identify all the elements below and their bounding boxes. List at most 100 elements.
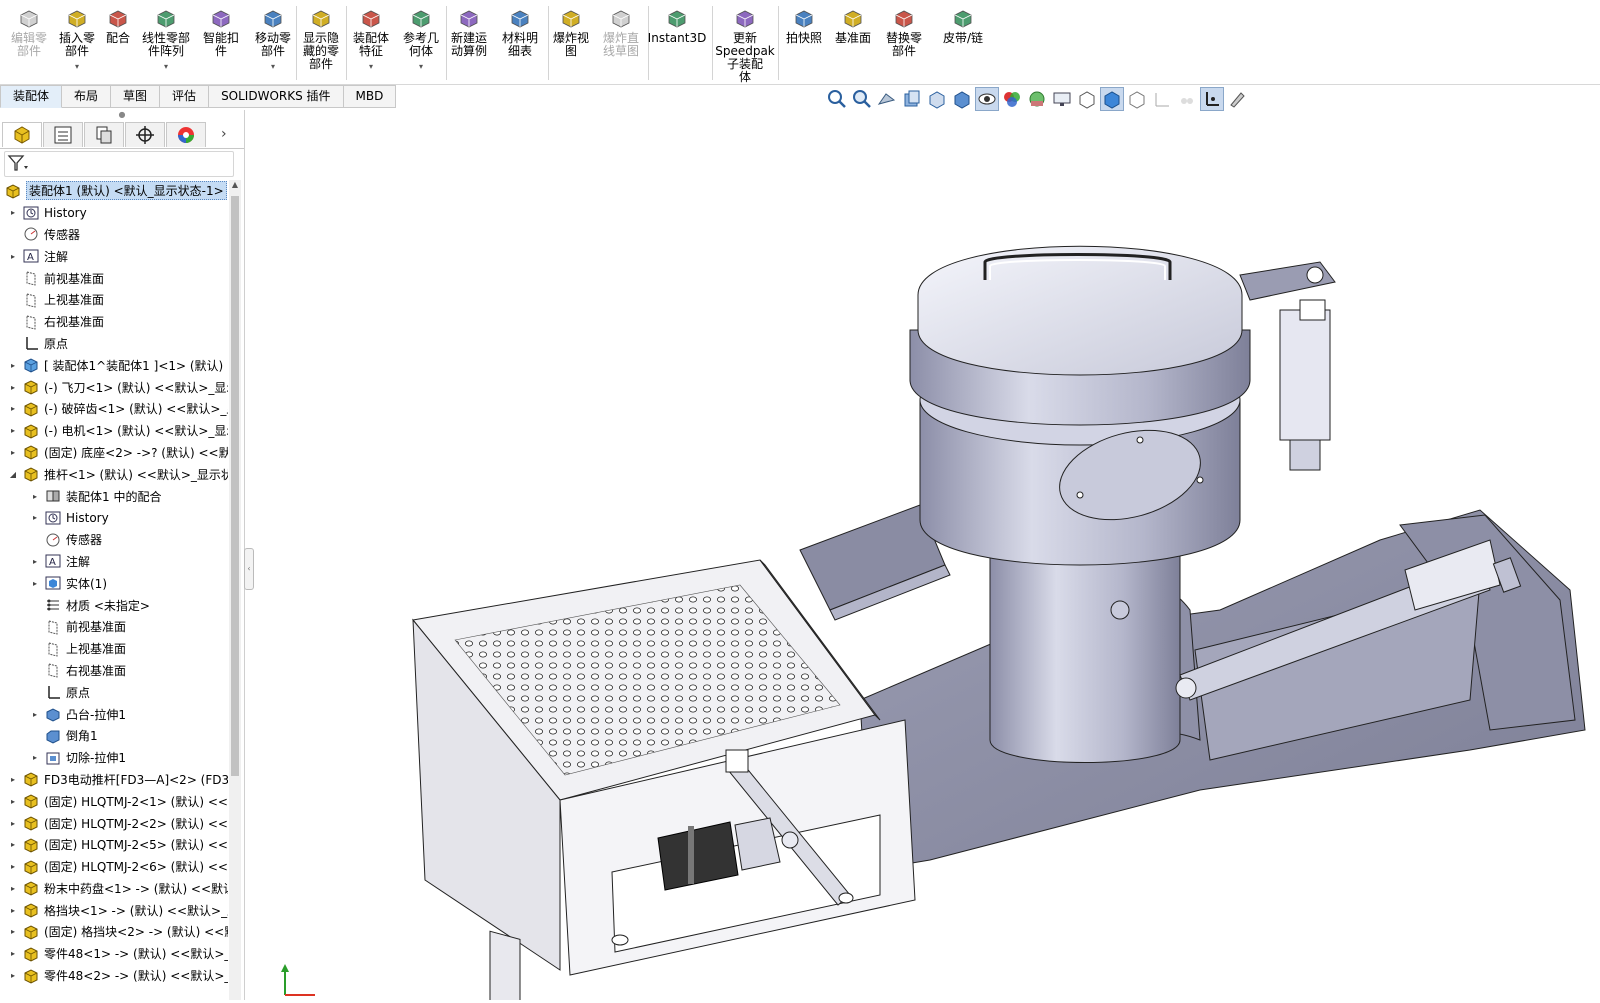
scrollbar-thumb[interactable] — [231, 196, 239, 776]
tree-item[interactable]: ▸ 切除-拉伸1 — [0, 747, 228, 769]
expand-arrow-icon[interactable]: ▸ — [8, 361, 18, 370]
tree-item[interactable]: 传感器 — [0, 224, 228, 246]
tree-filter-field[interactable] — [4, 151, 234, 177]
ref-plane-button[interactable]: 基准面 — [830, 4, 876, 45]
tree-item[interactable]: ▸ (固定) HLQTMJ-2<2> (默认) << — [0, 812, 228, 834]
tree-item[interactable]: ▸ (-) 飞刀<1> (默认) <<默认>_显示 — [0, 376, 228, 398]
linear-pattern-button[interactable]: 线性零部 件阵列 ▾ — [138, 4, 194, 73]
tree-item[interactable]: ▸ 零件48<2> -> (默认) <<默认>_显 — [0, 965, 228, 987]
display-style-icon[interactable] — [951, 88, 973, 110]
bom-button[interactable]: 材料明 细表 — [496, 4, 544, 58]
expand-arrow-icon[interactable]: ▸ — [8, 862, 18, 871]
feature-manager-tab-icon[interactable] — [2, 121, 42, 147]
wireframe-cube-icon[interactable] — [1076, 88, 1098, 110]
tree-item[interactable]: ▸ (固定) HLQTMJ-2<5> (默认) << — [0, 834, 228, 856]
tree-item[interactable]: 传感器 — [0, 529, 228, 551]
tab-5[interactable]: MBD — [343, 85, 397, 108]
tree-item[interactable]: 右视基准面 — [0, 660, 228, 682]
tree-item[interactable]: 上视基准面 — [0, 638, 228, 660]
dimxpert-manager-tab-icon[interactable] — [125, 121, 165, 147]
dropdown-arrow-icon[interactable]: ▾ — [271, 60, 275, 73]
expand-arrow-icon[interactable]: ▸ — [30, 579, 40, 588]
speedpak-button[interactable]: 更新 Speedpak 子装配 体 — [712, 4, 778, 84]
instant3d-button[interactable]: Instant3D — [646, 4, 708, 45]
explode-line-button[interactable]: 爆炸直 线草图 — [596, 4, 646, 58]
show-hidden-button[interactable]: 显示隐 藏的零 部件 — [296, 4, 346, 71]
ref-geometry-button[interactable]: 参考几 何体 ▾ — [396, 4, 446, 73]
expand-arrow-icon[interactable]: ▸ — [8, 775, 18, 784]
expand-arrow-icon[interactable]: ▸ — [8, 949, 18, 958]
dropdown-arrow-icon[interactable]: ▾ — [164, 60, 168, 73]
tree-item[interactable]: 原点 — [0, 333, 228, 355]
tree-item[interactable]: 材质 <未指定> — [0, 594, 228, 616]
expand-arrow-icon[interactable]: ▸ — [8, 448, 18, 457]
tree-item[interactable]: ▸ 实体(1) — [0, 572, 228, 594]
hidden-lines-icon[interactable] — [1126, 88, 1148, 110]
tree-item[interactable]: ▸ History — [0, 507, 228, 529]
expand-arrow-icon[interactable]: ▸ — [8, 906, 18, 915]
configuration-manager-tab-icon[interactable] — [84, 121, 124, 147]
expand-arrow-icon[interactable]: ▸ — [8, 404, 18, 413]
expand-arrow-icon[interactable]: ▸ — [8, 426, 18, 435]
tree-item[interactable]: 前视基准面 — [0, 616, 228, 638]
tree-item[interactable]: 右视基准面 — [0, 311, 228, 333]
view-orientation-icon[interactable] — [926, 88, 948, 110]
display-manager-tab-icon[interactable] — [166, 121, 206, 147]
shaded-cube-icon[interactable] — [1100, 87, 1124, 111]
expand-arrow-icon[interactable]: ▸ — [30, 753, 40, 762]
tab-2[interactable]: 草图 — [111, 85, 161, 108]
expand-arrow-icon[interactable]: ▸ — [30, 557, 40, 566]
scroll-up-arrow-icon[interactable]: ▲ — [229, 180, 241, 194]
tree-item[interactable]: ▸ (固定) HLQTMJ-2<1> (默认) << — [0, 790, 228, 812]
dropdown-arrow-icon[interactable]: ▾ — [75, 60, 79, 73]
mate-button[interactable]: 配合 — [100, 4, 136, 45]
exploded-view-button[interactable]: 爆炸视 图 — [546, 4, 596, 58]
feature-tree-scrollbar[interactable]: ▲ — [229, 180, 241, 1000]
tree-item[interactable]: ▸ History — [0, 202, 228, 224]
expand-arrow-icon[interactable]: ▸ — [30, 710, 40, 719]
expand-arrow-icon[interactable]: ▸ — [8, 819, 18, 828]
tree-item[interactable]: ▸ 装配体1 中的配合 — [0, 485, 228, 507]
tree-item[interactable]: 倒角1 — [0, 725, 228, 747]
panel-grip[interactable]: ● — [0, 110, 244, 120]
tree-item[interactable]: ▸ (-) 破碎齿<1> (默认) <<默认>_显 — [0, 398, 228, 420]
expand-arrow-icon[interactable]: ▸ — [8, 840, 18, 849]
tree-item[interactable]: ▸ [ 装配体1^装配体1 ]<1> (默认) — [0, 354, 228, 376]
expand-arrow-icon[interactable]: ▸ — [8, 797, 18, 806]
expand-arrow-icon[interactable]: ▸ — [8, 884, 18, 893]
insert-part-button[interactable]: 插入零 部件 ▾ — [52, 4, 102, 73]
tab-0[interactable]: 装配体 — [0, 85, 63, 108]
dropdown-arrow-icon[interactable]: ▾ — [419, 60, 423, 73]
move-part-button[interactable]: 移动零 部件 ▾ — [248, 4, 298, 73]
expand-arrow-icon[interactable]: ▸ — [8, 971, 18, 980]
expand-arrow-icon[interactable]: ◢ — [8, 470, 18, 479]
expand-arrow-icon[interactable]: ▸ — [8, 252, 18, 261]
expand-arrow-icon[interactable]: ▸ — [8, 383, 18, 392]
tree-item[interactable]: ▸ 零件48<1> -> (默认) <<默认>_显 — [0, 943, 228, 965]
perspective-icon[interactable] — [1176, 88, 1198, 110]
new-motion-button[interactable]: 新建运 动算例 — [444, 4, 494, 58]
dropdown-arrow-icon[interactable]: ▾ — [369, 60, 373, 73]
edit-appearance-icon[interactable] — [1001, 88, 1023, 110]
tree-item[interactable]: ▸ 格挡块<1> -> (默认) <<默认>_显 — [0, 899, 228, 921]
property-manager-tab-icon[interactable] — [43, 121, 83, 147]
tree-item[interactable]: ▸ 凸台-拉伸1 — [0, 703, 228, 725]
expand-arrow-icon[interactable]: ▸ — [30, 513, 40, 522]
hide-show-items-icon[interactable] — [975, 87, 999, 111]
view-settings-icon[interactable] — [1051, 88, 1073, 110]
tree-item[interactable]: ▸ (固定) 底座<2> ->? (默认) <<默认 — [0, 442, 228, 464]
edit-part-button[interactable]: 编辑零 部件 — [4, 4, 54, 58]
previous-view-icon[interactable] — [876, 88, 898, 110]
render-tools-icon[interactable] — [1226, 88, 1248, 110]
section-view-icon[interactable] — [901, 88, 923, 110]
expand-arrow-icon[interactable]: ▸ — [30, 492, 40, 501]
tree-item[interactable]: 上视基准面 — [0, 289, 228, 311]
tree-item[interactable]: ▸ 粉末中药盘<1> -> (默认) <<默认 — [0, 878, 228, 900]
snapshot-button[interactable]: 拍快照 — [780, 4, 828, 45]
temporary-axes-icon[interactable] — [1200, 87, 1224, 111]
expand-arrow-icon[interactable]: ▸ — [8, 208, 18, 217]
tree-item[interactable]: 前视基准面 — [0, 267, 228, 289]
replace-part-button[interactable]: 替换零 部件 — [878, 4, 930, 58]
axis-display-icon[interactable] — [1151, 88, 1173, 110]
tab-1[interactable]: 布局 — [62, 85, 112, 108]
